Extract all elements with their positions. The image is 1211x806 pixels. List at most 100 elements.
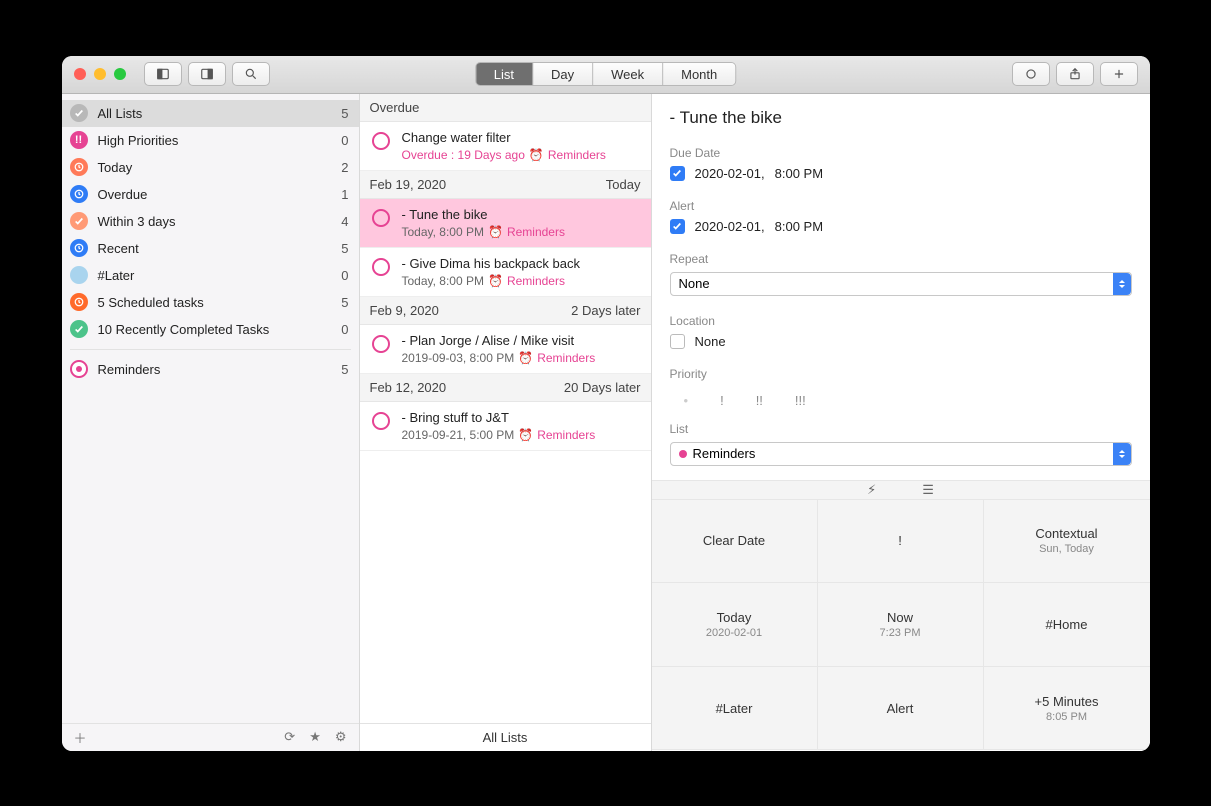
priority-low[interactable]: ! [720, 393, 724, 408]
toggle-sidebar-left-button[interactable] [144, 62, 182, 86]
sidebar-item[interactable]: 10 Recently Completed Tasks 0 [62, 316, 359, 343]
sidebar-item[interactable]: 5 Scheduled tasks 5 [62, 289, 359, 316]
sidebar-item[interactable]: Within 3 days 4 [62, 208, 359, 235]
complete-checkbox[interactable] [372, 209, 390, 227]
quick-action-cell[interactable]: +5 Minutes8:05 PM [984, 667, 1150, 751]
view-list-tab[interactable]: List [476, 63, 533, 85]
add-button[interactable] [1100, 62, 1138, 86]
minimize-button[interactable] [94, 68, 106, 80]
task-subtitle: Today, 8:00 PM ⏰ Reminders [402, 274, 641, 288]
task-list-name: Reminders [507, 274, 565, 288]
priority-med[interactable]: !! [756, 393, 763, 408]
task-row[interactable]: - Bring stuff to J&T 2019-09-21, 5:00 PM… [360, 402, 651, 451]
star-icon[interactable]: ★ [309, 729, 321, 745]
sidebar-item[interactable]: All Lists 5 [62, 100, 359, 127]
quick-action-cell[interactable]: #Later [652, 667, 818, 751]
complete-checkbox[interactable] [372, 132, 390, 150]
sidebar-icon [70, 266, 88, 284]
alert-date-value[interactable]: 2020-02-01, [695, 219, 765, 234]
task-list-footer[interactable]: All Lists [360, 723, 651, 751]
quick-action-cell[interactable]: Now7:23 PM [818, 583, 984, 667]
lightning-icon[interactable]: ⚡︎ [867, 482, 876, 498]
quick-action-cell[interactable]: Today2020-02-01 [652, 583, 818, 667]
sidebar-item[interactable]: Today 2 [62, 154, 359, 181]
quick-action-sub: 2020-02-01 [706, 627, 762, 639]
task-subtitle: 2019-09-03, 8:00 PM ⏰ Reminders [402, 351, 641, 365]
sidebar-item-count: 5 [341, 362, 348, 377]
quick-action-label: Clear Date [703, 533, 765, 548]
sidebar-item-label: Today [98, 160, 332, 175]
task-row[interactable]: - Tune the bike Today, 8:00 PM ⏰ Reminde… [360, 199, 651, 248]
close-button[interactable] [74, 68, 86, 80]
task-title: Change water filter [402, 130, 641, 145]
complete-checkbox[interactable] [372, 412, 390, 430]
quick-action-cell[interactable]: Clear Date [652, 500, 818, 584]
group-date: Overdue [370, 100, 420, 115]
task-list-name: Reminders [537, 351, 595, 365]
group-relative: Today [606, 177, 641, 192]
sidebar-item-count: 1 [341, 187, 348, 202]
due-date-checkbox[interactable] [670, 166, 685, 181]
alert-time-value[interactable]: 8:00 PM [775, 219, 823, 234]
list-ring-icon [70, 360, 88, 378]
task-row[interactable]: - Give Dima his backpack back Today, 8:0… [360, 248, 651, 297]
alert-checkbox[interactable] [670, 219, 685, 234]
view-month-tab[interactable]: Month [663, 63, 735, 85]
due-time-value[interactable]: 8:00 PM [775, 166, 823, 181]
priority-options: • ! !! !!! [670, 387, 1132, 422]
priority-high[interactable]: !!! [795, 393, 806, 408]
sidebar-icon [70, 104, 88, 122]
titlebar: List Day Week Month [62, 56, 1150, 94]
quick-action-label: +5 Minutes [1035, 694, 1099, 709]
task-list-pane: Overdue Change water filter Overdue : 19… [360, 94, 652, 751]
sidebar-item[interactable]: Recent 5 [62, 235, 359, 262]
sidebar-item-count: 5 [341, 295, 348, 310]
sidebar-item-label: 5 Scheduled tasks [98, 295, 332, 310]
sidebar: All Lists 5!! High Priorities 0 Today 2 … [62, 94, 360, 751]
task-row[interactable]: Change water filter Overdue : 19 Days ag… [360, 122, 651, 171]
sidebar-item-count: 5 [341, 106, 348, 121]
sidebar-item[interactable]: Overdue 1 [62, 181, 359, 208]
quick-action-tabs: ⚡︎ ☰ [652, 480, 1150, 500]
add-list-button[interactable]: ＋ [74, 728, 87, 747]
sidebar-item-count: 2 [341, 160, 348, 175]
app-window: List Day Week Month All Lists 5!! High P… [62, 56, 1150, 751]
group-relative: 20 Days later [564, 380, 641, 395]
maximize-button[interactable] [114, 68, 126, 80]
sidebar-icon [70, 320, 88, 338]
group-date: Feb 12, 2020 [370, 380, 447, 395]
toggle-sidebar-right-button[interactable] [188, 62, 226, 86]
sync-button[interactable] [1012, 62, 1050, 86]
view-week-tab[interactable]: Week [593, 63, 663, 85]
location-checkbox[interactable] [670, 334, 685, 349]
sidebar-list-item[interactable]: Reminders 5 [62, 356, 359, 383]
sidebar-item[interactable]: #Later 0 [62, 262, 359, 289]
share-button[interactable] [1056, 62, 1094, 86]
priority-none[interactable]: • [684, 393, 689, 408]
quick-action-cell[interactable]: ! [818, 500, 984, 584]
due-date-value[interactable]: 2020-02-01, [695, 166, 765, 181]
quick-action-cell[interactable]: #Home [984, 583, 1150, 667]
quick-action-cell[interactable]: Alert [818, 667, 984, 751]
sidebar-item-label: Recent [98, 241, 332, 256]
sidebar-item-count: 0 [341, 268, 348, 283]
search-button[interactable] [232, 62, 270, 86]
complete-checkbox[interactable] [372, 335, 390, 353]
refresh-icon[interactable]: ⟳ [284, 729, 295, 745]
list-label: List [670, 422, 1132, 436]
view-day-tab[interactable]: Day [533, 63, 593, 85]
complete-checkbox[interactable] [372, 258, 390, 276]
sidebar-icon [70, 239, 88, 257]
quick-action-sub: Sun, Today [1039, 543, 1094, 555]
task-title: - Give Dima his backpack back [402, 256, 641, 271]
task-row[interactable]: - Plan Jorge / Alise / Mike visit 2019-0… [360, 325, 651, 374]
gear-icon[interactable]: ⚙ [335, 729, 347, 745]
list-select[interactable]: Reminders [670, 442, 1132, 466]
due-date-label: Due Date [670, 146, 1132, 160]
task-group-header: Feb 19, 2020Today [360, 171, 651, 199]
quick-action-cell[interactable]: ContextualSun, Today [984, 500, 1150, 584]
sidebar-item[interactable]: !! High Priorities 0 [62, 127, 359, 154]
repeat-select[interactable]: None [670, 272, 1132, 296]
list-icon[interactable]: ☰ [922, 482, 934, 498]
sidebar-item-label: Within 3 days [98, 214, 332, 229]
